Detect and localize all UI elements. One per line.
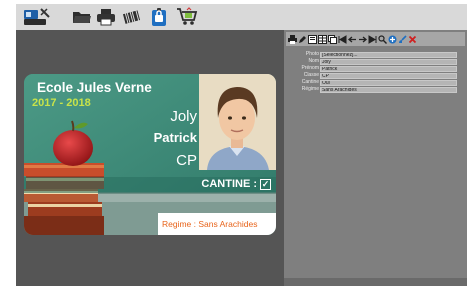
search-icon[interactable] — [378, 34, 387, 44]
student-photo[interactable] — [199, 74, 276, 170]
regime-text: Regime : Sans Arachides — [162, 219, 258, 229]
cantine-label: CANTINE : — [201, 178, 257, 190]
field-label: Cantine — [301, 79, 319, 85]
card-printer-icon[interactable] — [22, 7, 52, 27]
panel-footer — [284, 278, 467, 286]
last-record-icon[interactable] — [368, 34, 377, 44]
field-row-prenom: Prénom Patrick — [284, 65, 467, 72]
record-toolbar — [286, 32, 465, 46]
edit-form-icon[interactable] — [308, 34, 317, 44]
student-last-name: Joly — [170, 108, 197, 125]
next-record-icon[interactable] — [358, 35, 367, 44]
field-row-cantine: Cantine Oui — [284, 79, 467, 86]
first-record-icon[interactable] — [338, 34, 347, 44]
field-label: Photo — [305, 51, 319, 57]
add-icon[interactable] — [388, 35, 397, 44]
school-name: Ecole Jules Verne — [37, 80, 152, 95]
nom-field[interactable]: Joly — [320, 58, 457, 65]
id-card[interactable]: Ecole Jules Verne 2017 - 2018 Joly Patri… — [24, 74, 276, 235]
cantine-field[interactable]: Oui — [320, 79, 457, 86]
pencil-icon[interactable] — [298, 35, 307, 44]
cantine-indicator: CANTINE : ✓ — [201, 178, 271, 190]
table-icon[interactable] — [318, 34, 327, 44]
field-row-regime: Régime Sans Arachides — [284, 86, 467, 93]
barcode-icon[interactable] — [122, 7, 142, 27]
regime-box: Regime : Sans Arachides — [158, 213, 276, 235]
print-icon[interactable] — [288, 34, 297, 44]
field-row-classe: Classe CP — [284, 72, 467, 79]
student-class: CP — [176, 152, 197, 169]
field-label: Nom — [308, 58, 319, 64]
field-label: Régime — [301, 86, 319, 92]
main-toolbar — [16, 4, 467, 30]
printer-icon[interactable] — [96, 7, 116, 27]
cart-icon[interactable] — [176, 7, 198, 27]
field-label: Prénom — [301, 65, 319, 71]
cantine-checkbox: ✓ — [260, 178, 271, 190]
delete-icon[interactable] — [408, 35, 417, 44]
field-row-photo: Photo [Sélectionnez]... — [284, 51, 467, 58]
record-panel: Photo [Sélectionnez]... Nom Joly Prénom … — [284, 30, 467, 286]
folder-open-icon[interactable] — [72, 7, 92, 27]
regime-field[interactable]: Sans Arachides — [320, 86, 457, 93]
badge-lock-icon[interactable] — [150, 7, 168, 27]
school-years: 2017 - 2018 — [32, 97, 91, 109]
brush-icon[interactable] — [398, 34, 407, 44]
copy-icon[interactable] — [328, 34, 337, 44]
field-row-nom: Nom Joly — [284, 58, 467, 65]
classe-field[interactable]: CP — [320, 72, 457, 79]
previous-record-icon[interactable] — [348, 35, 357, 44]
prenom-field[interactable]: Patrick — [320, 65, 457, 72]
photo-field[interactable]: [Sélectionnez]... — [320, 51, 457, 58]
student-first-name: Patrick — [153, 130, 197, 145]
field-label: Classe — [303, 72, 319, 78]
